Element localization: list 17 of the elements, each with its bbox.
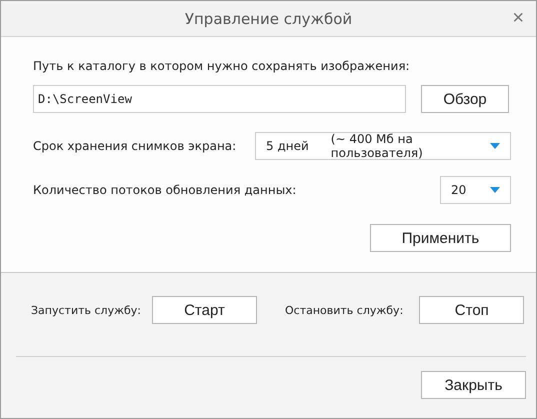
path-input-field[interactable]: D:\ScreenView [33,85,406,113]
close-button[interactable]: × [508,8,528,28]
caret-icon [490,143,500,149]
start-button[interactable]: Старт [152,296,257,324]
threads-dropdown[interactable]: 20 [440,176,511,204]
retention-dropdown[interactable]: 5 дней (~ 400 Мб на пользователя) [255,132,511,160]
window-title: Управление службой [184,10,352,28]
retention-label: Срок хранения снимков экрана: [33,139,236,153]
path-label: Путь к каталогу в котором нужно сохранять изображения: [33,59,411,73]
browse-button[interactable]: Обзор [421,85,509,113]
threads-label: Количество потоков обновления данных: [33,183,296,197]
stop-button[interactable]: Стоп [419,296,524,324]
close-dialog-button[interactable]: Закрыть [421,371,526,399]
caret-icon [490,187,500,193]
start-service-label: Запустить службу: [31,304,141,316]
stop-service-label: Остановить службу: [284,304,404,316]
apply-button[interactable]: Применить [370,224,511,252]
